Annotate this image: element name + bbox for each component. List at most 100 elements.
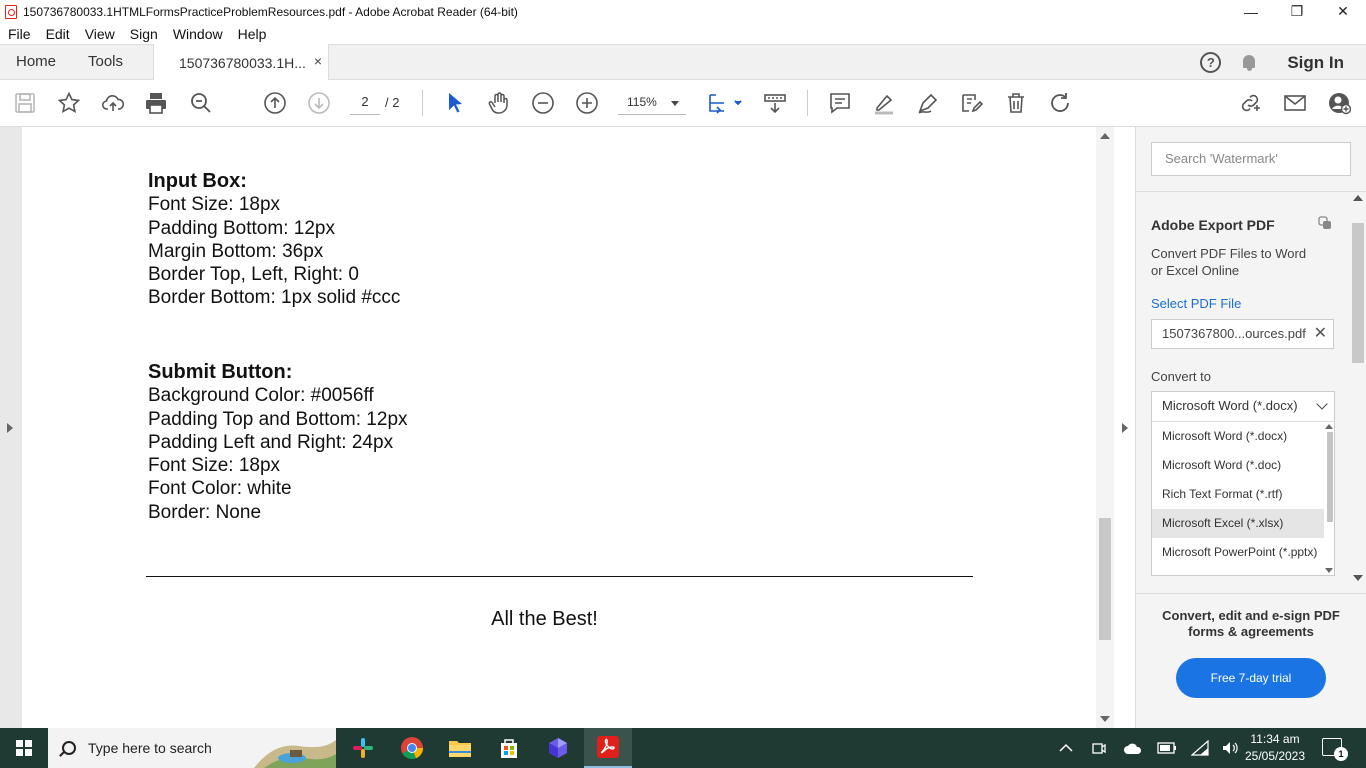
select-pdf-file-link[interactable]: Select PDF File: [1151, 296, 1241, 311]
menu-sign[interactable]: Sign: [130, 26, 158, 42]
taskbar-file-explorer-icon[interactable]: [436, 728, 484, 768]
zoom-level-select[interactable]: 115%: [618, 91, 686, 115]
zoom-search-icon[interactable]: [189, 91, 213, 115]
toolbar-divider: [807, 90, 808, 116]
zoom-in-icon[interactable]: [575, 91, 599, 115]
scroll-up-arrow-icon[interactable]: [1100, 133, 1110, 139]
zoom-out-icon[interactable]: [531, 91, 555, 115]
taskbar-store-icon[interactable]: [485, 728, 533, 768]
scrollbar-thumb[interactable]: [1352, 223, 1364, 363]
show-hidden-icons-chevron-icon[interactable]: [1059, 743, 1073, 753]
meet-now-icon[interactable]: [1091, 740, 1107, 756]
system-clock[interactable]: 11:34 am 25/05/2023: [1240, 731, 1310, 765]
chevron-down-icon: [671, 101, 679, 106]
email-icon[interactable]: [1283, 91, 1307, 115]
scroll-down-arrow-icon[interactable]: [1100, 716, 1110, 722]
page-number-input[interactable]: 2: [350, 91, 380, 115]
scroll-up-arrow-icon[interactable]: [1325, 424, 1333, 429]
upload-cloud-icon[interactable]: [101, 91, 125, 115]
format-select[interactable]: Microsoft Word (*.docx): [1151, 391, 1335, 421]
bookmark-star-icon[interactable]: [57, 91, 81, 115]
scrollbar-thumb[interactable]: [1327, 432, 1333, 522]
close-window-button[interactable]: ✕: [1320, 0, 1366, 23]
export-pdf-title: Adobe Export PDF: [1151, 217, 1275, 233]
tool-search-input[interactable]: Search 'Watermark': [1151, 142, 1351, 176]
clear-file-icon[interactable]: ✕: [1314, 320, 1327, 348]
share-link-icon[interactable]: [1238, 91, 1262, 115]
volume-icon[interactable]: [1221, 740, 1239, 756]
help-icon[interactable]: ?: [1200, 52, 1222, 73]
format-option-xlsx[interactable]: Microsoft Excel (*.xlsx): [1152, 509, 1334, 538]
hand-tool-icon[interactable]: [487, 91, 511, 115]
edit-text-icon[interactable]: [959, 91, 983, 115]
notification-center-icon[interactable]: 1: [1322, 738, 1348, 761]
draw-pen-icon[interactable]: [916, 91, 940, 115]
select-cursor-icon[interactable]: [443, 91, 467, 115]
tab-tools[interactable]: Tools: [88, 53, 123, 70]
close-tab-icon[interactable]: ×: [314, 53, 322, 69]
delete-trash-icon[interactable]: [1004, 91, 1028, 115]
dropdown-scrollbar[interactable]: [1324, 422, 1334, 575]
spec-line: Padding Top and Bottom: 12px: [148, 408, 408, 430]
free-trial-button[interactable]: Free 7-day trial: [1176, 658, 1326, 698]
print-icon[interactable]: [144, 91, 168, 115]
selected-file-name: 1507367800...ources.pdf: [1162, 326, 1306, 341]
panel-scrollbar[interactable]: [1350, 195, 1366, 590]
onedrive-cloud-icon[interactable]: [1123, 741, 1143, 755]
maximize-button[interactable]: ❐: [1274, 0, 1320, 23]
taskbar-slack-icon[interactable]: [339, 728, 387, 768]
scrollbar-thumb[interactable]: [1099, 518, 1111, 640]
document-viewer[interactable]: Input Box: Font Size: 18px Padding Botto…: [0, 127, 1114, 728]
selected-file-field[interactable]: 1507367800...ources.pdf ✕: [1151, 319, 1334, 349]
system-tray: [1059, 728, 1239, 768]
taskbar-search[interactable]: Type here to search: [48, 728, 336, 768]
add-user-icon[interactable]: [1327, 91, 1351, 115]
previous-page-icon[interactable]: [263, 91, 287, 115]
sign-in-button[interactable]: Sign In: [1287, 53, 1344, 73]
taskbar-chrome-icon[interactable]: [388, 728, 436, 768]
spec-line: Font Size: 18px: [148, 194, 281, 216]
menu-window[interactable]: Window: [173, 26, 223, 42]
tab-bar-actions: ? Sign In: [1200, 45, 1366, 80]
menu-file[interactable]: File: [8, 26, 31, 42]
right-panel-toggle[interactable]: [1114, 127, 1136, 728]
left-panel-toggle-icon[interactable]: [7, 423, 13, 433]
format-option-doc[interactable]: Microsoft Word (*.doc): [1152, 451, 1334, 480]
taskbar-search-placeholder: Type here to search: [88, 740, 212, 756]
comment-icon[interactable]: [828, 91, 852, 115]
menu-help[interactable]: Help: [238, 26, 267, 42]
taskbar-acrobat-icon[interactable]: [584, 728, 632, 768]
collapse-section-icon[interactable]: [1318, 216, 1332, 230]
spec-line: Border: None: [148, 501, 262, 523]
menu-view[interactable]: View: [85, 26, 115, 42]
clock-time: 11:34 am: [1250, 732, 1300, 746]
page-fit-icon[interactable]: [707, 91, 743, 115]
window-title: 150736780033.1HTMLFormsPracticeProblemRe…: [23, 4, 518, 19]
format-option-rtf[interactable]: Rich Text Format (*.rtf): [1152, 480, 1334, 509]
scroll-up-arrow-icon[interactable]: [1353, 195, 1363, 201]
scroll-mode-icon[interactable]: [763, 91, 787, 115]
menu-edit[interactable]: Edit: [46, 26, 70, 42]
highlight-pen-icon[interactable]: [872, 91, 896, 115]
panel-divider: [1136, 191, 1366, 192]
battery-icon[interactable]: [1157, 742, 1177, 754]
scroll-down-arrow-icon[interactable]: [1325, 568, 1333, 573]
document-scrollbar[interactable]: [1096, 127, 1114, 728]
wifi-icon[interactable]: [1191, 740, 1209, 756]
save-icon[interactable]: [13, 91, 37, 115]
spec-line: Font Size: 18px: [148, 455, 281, 477]
taskbar-app-icon[interactable]: [534, 728, 582, 768]
tab-document[interactable]: 150736780033.1H... ×: [153, 44, 329, 81]
collapse-panel-arrow-icon[interactable]: [1122, 423, 1128, 433]
format-option-pptx[interactable]: Microsoft PowerPoint (*.pptx): [1152, 538, 1334, 567]
rotate-icon[interactable]: [1048, 91, 1072, 115]
format-option-docx[interactable]: Microsoft Word (*.docx): [1152, 422, 1334, 451]
format-select-value: Microsoft Word (*.docx): [1162, 398, 1298, 413]
notification-bell-icon[interactable]: [1241, 54, 1257, 72]
submit-button-section: Submit Button: Background Color: #0056ff…: [148, 361, 408, 524]
minimize-button[interactable]: —: [1228, 0, 1274, 23]
tab-home[interactable]: Home: [16, 53, 56, 70]
next-page-icon[interactable]: [307, 91, 331, 115]
start-button[interactable]: [0, 728, 48, 768]
scroll-down-arrow-icon[interactable]: [1353, 575, 1363, 581]
